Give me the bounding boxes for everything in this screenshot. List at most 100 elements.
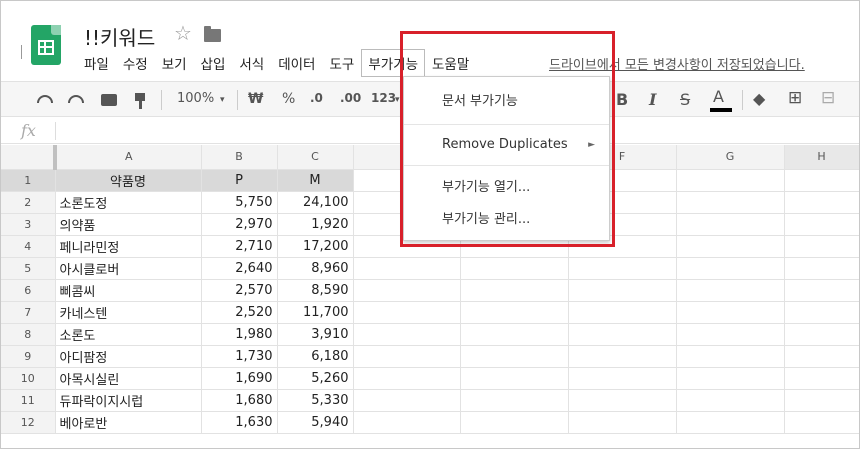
row-header[interactable]: 8 bbox=[1, 323, 56, 346]
redo-icon[interactable] bbox=[68, 95, 84, 103]
cell[interactable] bbox=[676, 411, 785, 434]
cell[interactable] bbox=[676, 367, 785, 390]
cell[interactable]: 8,960 bbox=[277, 257, 354, 280]
cell[interactable] bbox=[676, 323, 785, 346]
decimal-increase-button[interactable]: .00 bbox=[340, 91, 361, 105]
paint-format-icon[interactable] bbox=[135, 93, 145, 109]
cell[interactable] bbox=[460, 279, 569, 302]
row-header[interactable]: 2 bbox=[1, 191, 56, 214]
cell[interactable] bbox=[353, 411, 461, 434]
cell[interactable] bbox=[568, 257, 677, 280]
cell[interactable] bbox=[568, 301, 677, 324]
cell[interactable] bbox=[353, 345, 461, 368]
cell[interactable] bbox=[568, 367, 677, 390]
sheets-logo-icon[interactable] bbox=[31, 25, 61, 65]
column-header-c[interactable]: C bbox=[277, 145, 354, 170]
cell[interactable]: 11,700 bbox=[277, 301, 354, 324]
menu-item-document-addons[interactable]: 문서 부가기능 bbox=[404, 88, 609, 116]
italic-button[interactable]: I bbox=[649, 90, 656, 109]
cell[interactable] bbox=[460, 345, 569, 368]
cell[interactable]: 1,680 bbox=[201, 389, 278, 412]
cell[interactable] bbox=[460, 367, 569, 390]
cell[interactable]: 5,940 bbox=[277, 411, 354, 434]
currency-button[interactable]: ₩ bbox=[248, 91, 263, 107]
cell[interactable] bbox=[676, 169, 785, 192]
menu-edit[interactable]: 수정 bbox=[116, 49, 155, 77]
cell[interactable]: 삐콤씨 bbox=[55, 279, 202, 302]
cell[interactable]: 소론도정 bbox=[55, 191, 202, 214]
print-icon[interactable] bbox=[101, 94, 117, 106]
chevron-down-icon[interactable]: ▾ bbox=[395, 95, 400, 105]
menu-view[interactable]: 보기 bbox=[155, 49, 194, 77]
cell[interactable] bbox=[460, 257, 569, 280]
cell[interactable] bbox=[460, 301, 569, 324]
strikethrough-button[interactable]: S bbox=[680, 90, 690, 109]
cell[interactable] bbox=[784, 389, 859, 412]
cell[interactable]: 24,100 bbox=[277, 191, 354, 214]
row-header[interactable]: 5 bbox=[1, 257, 56, 280]
cell[interactable] bbox=[784, 345, 859, 368]
cell[interactable]: 3,910 bbox=[277, 323, 354, 346]
cell[interactable]: 2,520 bbox=[201, 301, 278, 324]
row-header[interactable]: 4 bbox=[1, 235, 56, 258]
bold-button[interactable]: B bbox=[616, 90, 628, 109]
undo-icon[interactable] bbox=[37, 95, 53, 103]
cell[interactable]: 소론도 bbox=[55, 323, 202, 346]
cell[interactable]: 5,330 bbox=[277, 389, 354, 412]
cell[interactable]: 카네스텐 bbox=[55, 301, 202, 324]
cell[interactable]: 1,980 bbox=[201, 323, 278, 346]
cell[interactable] bbox=[676, 257, 785, 280]
cell[interactable] bbox=[784, 301, 859, 324]
cell[interactable]: 베아로반 bbox=[55, 411, 202, 434]
menu-tools[interactable]: 도구 bbox=[322, 49, 361, 77]
menu-help[interactable]: 도움말 bbox=[425, 49, 476, 77]
cell[interactable]: 1,920 bbox=[277, 213, 354, 236]
cell[interactable]: 아목시실린 bbox=[55, 367, 202, 390]
merge-cells-icon[interactable]: ⊟ bbox=[821, 88, 835, 108]
row-header[interactable]: 3 bbox=[1, 213, 56, 236]
cell[interactable] bbox=[353, 389, 461, 412]
decimal-decrease-button[interactable]: .0 bbox=[310, 91, 323, 105]
cell[interactable] bbox=[784, 169, 859, 192]
row-header[interactable]: 7 bbox=[1, 301, 56, 324]
cell[interactable]: 5,750 bbox=[201, 191, 278, 214]
select-all-corner[interactable] bbox=[1, 145, 57, 170]
cell[interactable] bbox=[353, 279, 461, 302]
cell[interactable] bbox=[676, 191, 785, 214]
column-header-a[interactable]: A bbox=[55, 145, 202, 170]
cell[interactable] bbox=[568, 345, 677, 368]
cell[interactable]: 2,570 bbox=[201, 279, 278, 302]
font-color-button[interactable]: A bbox=[713, 87, 724, 106]
cell[interactable] bbox=[353, 257, 461, 280]
column-header-g[interactable]: G bbox=[676, 145, 785, 170]
row-header[interactable]: 6 bbox=[1, 279, 56, 302]
cell[interactable] bbox=[784, 411, 859, 434]
cell[interactable] bbox=[676, 345, 785, 368]
cell[interactable] bbox=[568, 411, 677, 434]
cell[interactable]: 1,630 bbox=[201, 411, 278, 434]
borders-icon[interactable]: ⊞ bbox=[788, 88, 802, 108]
cell[interactable]: 1,690 bbox=[201, 367, 278, 390]
cell[interactable]: 약품명 bbox=[55, 169, 202, 192]
cell[interactable]: 아디팜정 bbox=[55, 345, 202, 368]
cell[interactable] bbox=[784, 279, 859, 302]
cell[interactable] bbox=[568, 389, 677, 412]
cell[interactable] bbox=[784, 367, 859, 390]
percent-button[interactable]: % bbox=[282, 91, 295, 107]
cell[interactable] bbox=[460, 389, 569, 412]
cell[interactable]: M bbox=[277, 169, 354, 192]
cell[interactable] bbox=[784, 191, 859, 214]
menu-item-remove-duplicates[interactable]: Remove Duplicates ► bbox=[404, 131, 609, 159]
cell[interactable]: 의약품 bbox=[55, 213, 202, 236]
cell[interactable]: 아시클로버 bbox=[55, 257, 202, 280]
menu-format[interactable]: 서식 bbox=[232, 49, 271, 77]
cell[interactable]: 2,640 bbox=[201, 257, 278, 280]
cell[interactable] bbox=[676, 235, 785, 258]
cell[interactable]: 듀파락이지시럽 bbox=[55, 389, 202, 412]
chevron-down-icon[interactable]: ▾ bbox=[220, 95, 225, 105]
cell[interactable] bbox=[676, 213, 785, 236]
fill-color-icon[interactable]: ◆ bbox=[753, 89, 765, 108]
star-icon[interactable]: ☆ bbox=[174, 21, 192, 45]
menu-data[interactable]: 데이터 bbox=[271, 49, 322, 77]
cell[interactable]: 5,260 bbox=[277, 367, 354, 390]
